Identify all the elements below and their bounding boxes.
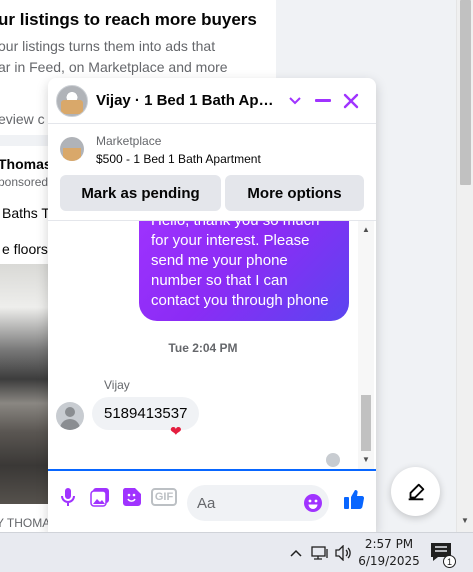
system-clock[interactable]: 2:57 PM 6/19/2025 [356, 536, 422, 570]
show-hidden-icons-chevron-icon[interactable] [287, 544, 305, 562]
gif-label: GIF [150, 488, 178, 506]
post-sponsored-label: ponsored [0, 175, 48, 189]
chat-header: Vijay · 1 Bed 1 Bath Apart... [48, 78, 376, 124]
post-text-line-1: Baths T [2, 205, 48, 221]
clock-date: 6/19/2025 [358, 554, 420, 568]
emoji-icon[interactable] [301, 491, 325, 515]
heart-reaction-icon[interactable]: ❤ [170, 423, 182, 440]
listing-avatar[interactable] [56, 84, 88, 117]
scroll-down-arrow-icon[interactable]: ▼ [362, 455, 370, 464]
post-author[interactable]: Thomas [0, 156, 48, 172]
minimize-icon[interactable] [309, 87, 337, 115]
scroll-down-arrow-icon[interactable]: ▼ [461, 516, 469, 525]
sponsored-post: Thomas ponsored Baths T e floors Y THOMA [0, 146, 48, 536]
post-kitchen-image[interactable] [0, 264, 48, 504]
new-message-button[interactable] [391, 467, 440, 516]
like-thumb-icon[interactable] [342, 487, 366, 511]
photo-icon[interactable] [88, 485, 112, 509]
page-scrollbar-thumb[interactable] [460, 0, 471, 185]
post-footer-text: Y THOMA [0, 516, 48, 530]
microphone-icon[interactable] [56, 485, 80, 509]
seen-indicator-avatar [326, 453, 340, 467]
boost-title: ur listings to reach more buyers [0, 10, 257, 29]
incoming-message: 5189413537 [92, 397, 200, 430]
message-composer: GIF [48, 469, 376, 532]
close-icon[interactable] [337, 87, 365, 115]
message-scrollbar[interactable]: ▲ ▼ [358, 221, 374, 469]
sticker-icon[interactable] [120, 485, 144, 509]
sender-name: Vijay [104, 378, 130, 392]
windows-taskbar: 2:57 PM 6/19/2025 1 [0, 532, 473, 572]
network-icon[interactable] [311, 544, 329, 562]
clock-time: 2:57 PM [364, 537, 414, 551]
chat-window: Vijay · 1 Bed 1 Bath Apart... Marketplac… [48, 78, 376, 532]
mark-as-pending-button[interactable]: Mark as pending [60, 175, 221, 211]
listing-name[interactable]: $500 - 1 Bed 1 Bath Apartment [96, 152, 261, 166]
notification-center-button[interactable]: 1 [430, 542, 456, 568]
listing-source: Marketplace [96, 134, 162, 148]
gif-icon[interactable]: GIF [150, 485, 178, 509]
compose-icon [408, 483, 424, 500]
message-list: Hello, thank you so much for your intere… [48, 221, 376, 469]
review-link[interactable]: eview c [0, 111, 45, 127]
listing-info: Marketplace $500 - 1 Bed 1 Bath Apartmen… [48, 125, 376, 221]
scroll-up-arrow-icon[interactable]: ▲ [362, 225, 370, 234]
chevron-down-icon[interactable] [281, 87, 309, 115]
notification-count-badge: 1 [443, 555, 456, 568]
boost-description-line-1: our listings turns them into ads that [0, 38, 216, 54]
chat-title[interactable]: Vijay · 1 Bed 1 Bath Apart... [96, 92, 281, 109]
boost-description-line-2: ar in Feed, on Marketplace and more [0, 59, 228, 75]
listing-thumbnail[interactable] [60, 137, 84, 161]
volume-icon[interactable] [335, 544, 353, 562]
more-options-button[interactable]: More options [225, 175, 364, 211]
message-timestamp: Tue 2:04 PM [168, 341, 238, 355]
post-text-line-2: e floors [2, 241, 48, 257]
page-scrollbar[interactable]: ▼ [456, 0, 473, 532]
sender-avatar[interactable] [56, 402, 84, 430]
outgoing-message: Hello, thank you so much for your intere… [139, 221, 349, 321]
message-scrollbar-thumb[interactable] [361, 395, 371, 451]
